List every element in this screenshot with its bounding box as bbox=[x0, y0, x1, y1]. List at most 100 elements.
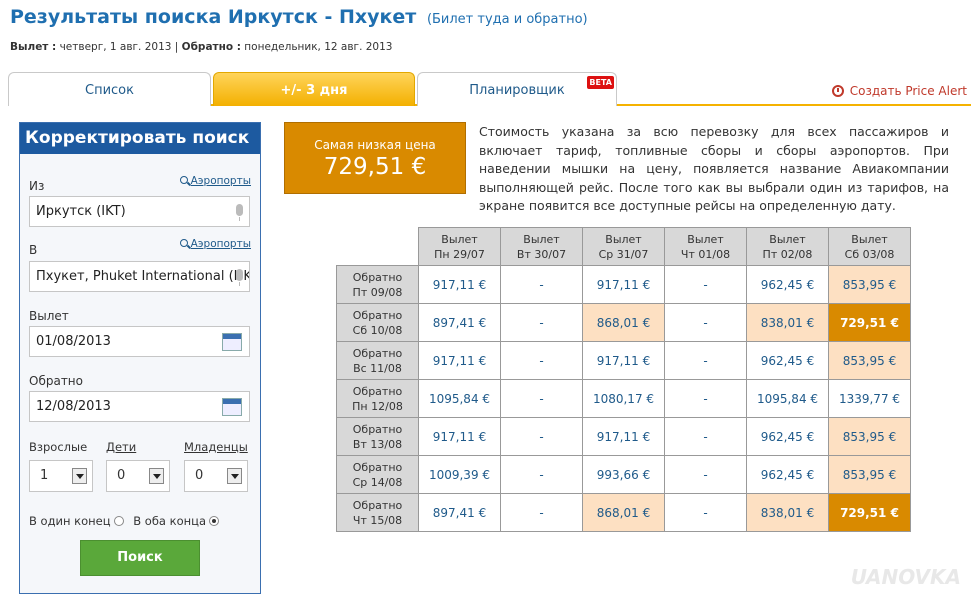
fare-cell[interactable]: 729,51 € bbox=[828, 493, 911, 532]
children-select[interactable]: 0 bbox=[106, 460, 170, 492]
row-header: Обратно Сб 10/08 bbox=[336, 303, 419, 342]
tab-plus-minus-label: +/- 3 дня bbox=[280, 83, 348, 98]
roundtrip-radio[interactable] bbox=[209, 516, 220, 526]
adults-select-value: 1 bbox=[40, 468, 49, 483]
row-header: Обратно Пн 12/08 bbox=[336, 379, 419, 418]
fare-cell[interactable]: 1095,84 € bbox=[746, 379, 829, 418]
fare-cell[interactable]: 1080,17 € bbox=[582, 379, 665, 418]
fare-cell[interactable]: 853,95 € bbox=[828, 341, 911, 380]
no-fare-cell: - bbox=[664, 379, 747, 418]
fare-cell[interactable]: 838,01 € bbox=[746, 303, 829, 342]
fare-cell[interactable]: 962,45 € bbox=[746, 417, 829, 456]
no-fare-cell: - bbox=[500, 341, 583, 380]
lowest-price-box: Самая низкая цена 729,51 € bbox=[284, 122, 466, 194]
from-field[interactable]: Иркутск (IKT) bbox=[29, 196, 250, 227]
column-header: Вылет Ср 31/07 bbox=[582, 227, 665, 266]
to-field-value: Пхукет, Phuket International (HKT) bbox=[36, 269, 250, 284]
column-header: Вылет Пт 02/08 bbox=[746, 227, 829, 266]
return-date-field[interactable]: 12/08/2013 bbox=[29, 391, 250, 422]
fare-cell[interactable]: 897,41 € bbox=[418, 493, 501, 532]
fare-cell[interactable]: 868,01 € bbox=[582, 303, 665, 342]
fare-cell[interactable]: 917,11 € bbox=[582, 341, 665, 380]
to-airports-text: Аэропорты bbox=[190, 238, 251, 250]
create-price-alert-link[interactable]: Создать Price Alert bbox=[831, 84, 967, 98]
no-fare-cell: - bbox=[500, 417, 583, 456]
column-header: Вылет Сб 03/08 bbox=[828, 227, 911, 266]
tab-plus-minus-3-days[interactable]: +/- 3 дня bbox=[213, 72, 415, 106]
no-fare-cell: - bbox=[500, 493, 583, 532]
column-header: Вылет Чт 01/08 bbox=[664, 227, 747, 266]
no-fare-cell: - bbox=[500, 303, 583, 342]
fare-cell[interactable]: 897,41 € bbox=[418, 303, 501, 342]
tab-planner-label: Планировщик bbox=[469, 83, 565, 98]
infants-select[interactable]: 0 bbox=[184, 460, 248, 492]
calendar-icon[interactable] bbox=[222, 398, 242, 416]
microphone-icon[interactable] bbox=[236, 269, 243, 286]
watermark-logo: UANOVKA bbox=[850, 565, 961, 589]
fare-cell[interactable]: 853,95 € bbox=[828, 417, 911, 456]
fare-cell[interactable]: 917,11 € bbox=[582, 417, 665, 456]
alarm-clock-icon bbox=[831, 85, 844, 97]
trip-dates: Вылет : четверг, 1 авг. 2013 | Обратно :… bbox=[10, 41, 392, 53]
microphone-icon[interactable] bbox=[236, 204, 243, 221]
fare-cell[interactable]: 838,01 € bbox=[746, 493, 829, 532]
tab-list[interactable]: Список bbox=[8, 72, 211, 106]
fare-cell[interactable]: 917,11 € bbox=[582, 265, 665, 304]
children-label: Дети bbox=[106, 440, 137, 454]
search-icon bbox=[179, 176, 188, 184]
fare-cell[interactable]: 962,45 € bbox=[746, 265, 829, 304]
table-row: Обратно Пн 12/08 1095,84 € -1080,17 € -1095,… bbox=[336, 379, 911, 418]
chevron-down-icon bbox=[149, 468, 164, 484]
fare-cell[interactable]: 962,45 € bbox=[746, 455, 829, 494]
no-fare-cell: - bbox=[664, 265, 747, 304]
row-header: Обратно Ср 14/08 bbox=[336, 455, 419, 494]
depart-date-field[interactable]: 01/08/2013 bbox=[29, 326, 250, 357]
to-field[interactable]: Пхукет, Phuket International (HKT) bbox=[29, 261, 250, 292]
fare-cell[interactable]: 962,45 € bbox=[746, 341, 829, 380]
to-label: В bbox=[29, 243, 38, 257]
depart-date-label: Вылет : bbox=[10, 41, 57, 53]
table-row: Обратно Вс 11/08 917,11 € -917,11 € -962,45 … bbox=[336, 341, 911, 380]
no-fare-cell: - bbox=[664, 417, 747, 456]
fare-cell[interactable]: 917,11 € bbox=[418, 265, 501, 304]
from-airports-link[interactable]: Аэропорты bbox=[179, 175, 251, 187]
fare-cell[interactable]: 1095,84 € bbox=[418, 379, 501, 418]
fare-cell[interactable]: 993,66 € bbox=[582, 455, 665, 494]
fare-cell[interactable]: 853,95 € bbox=[828, 265, 911, 304]
fare-cell[interactable]: 917,11 € bbox=[418, 417, 501, 456]
price-grid: Вылет Пн 29/07 Вылет Вт 30/07 Вылет Ср 31/0… bbox=[336, 227, 911, 532]
tab-planner[interactable]: Планировщик BETA bbox=[417, 72, 617, 106]
title-text: Результаты поиска Иркутск - Пхукет bbox=[10, 6, 417, 28]
table-row: Обратно Чт 15/08 897,41 € -868,01 € -838,01 … bbox=[336, 493, 911, 532]
table-row: Обратно Пт 09/08 917,11 € -917,11 € -962,45 … bbox=[336, 265, 911, 304]
chevron-down-icon bbox=[72, 468, 87, 484]
search-button[interactable]: Поиск bbox=[80, 540, 200, 576]
oneway-radio[interactable] bbox=[113, 516, 124, 526]
fare-cell[interactable]: 868,01 € bbox=[582, 493, 665, 532]
trip-type-options: В один конец В оба конца bbox=[29, 514, 225, 528]
lowest-price-value: 729,51 € bbox=[323, 154, 427, 180]
price-alert-label: Создать Price Alert bbox=[849, 84, 967, 98]
fare-cell[interactable]: 1009,39 € bbox=[418, 455, 501, 494]
no-fare-cell: - bbox=[500, 379, 583, 418]
fare-cell[interactable]: 729,51 € bbox=[828, 303, 911, 342]
to-airports-link[interactable]: Аэропорты bbox=[179, 238, 251, 250]
grid-corner bbox=[336, 227, 419, 266]
adults-select[interactable]: 1 bbox=[29, 460, 93, 492]
no-fare-cell: - bbox=[500, 265, 583, 304]
table-row: Обратно Вт 13/08 917,11 € -917,11 € -962,45 … bbox=[336, 417, 911, 456]
fare-cell[interactable]: 1339,77 € bbox=[828, 379, 911, 418]
return-date-value: понедельник, 12 авг. 2013 bbox=[240, 41, 393, 53]
fare-cell[interactable]: 917,11 € bbox=[418, 341, 501, 380]
adults-label: Взрослые bbox=[29, 440, 88, 454]
row-header: Обратно Пт 09/08 bbox=[336, 265, 419, 304]
no-fare-cell: - bbox=[664, 303, 747, 342]
calendar-icon[interactable] bbox=[222, 333, 242, 351]
search-panel-title: Корректировать поиск bbox=[20, 123, 260, 154]
from-airports-text: Аэропорты bbox=[190, 175, 251, 187]
no-fare-cell: - bbox=[664, 493, 747, 532]
return-label: Обратно bbox=[29, 374, 83, 388]
fare-cell[interactable]: 853,95 € bbox=[828, 455, 911, 494]
oneway-label: В один конец bbox=[29, 514, 111, 528]
chevron-down-icon bbox=[227, 468, 242, 484]
